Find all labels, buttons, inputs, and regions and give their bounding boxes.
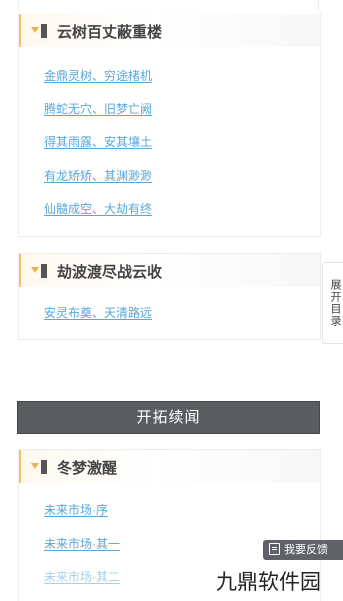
collapse-toggle-icon[interactable] [31, 460, 51, 474]
chapter-link[interactable]: 未来市场·其一 [44, 535, 120, 552]
chapter-link[interactable]: 金鼎灵树、穷途楮机 [44, 67, 152, 84]
chapter-section-1: 云树百丈蔽重楼 金鼎灵树、穷途楮机 腾蛇无穴、旧梦亡阙 得其雨露、安其壤土 有龙… [18, 14, 321, 237]
continue-reading-button[interactable]: 开拓续闻 [17, 401, 320, 434]
header-bar-icon [41, 460, 47, 474]
chapter-section-2: 劫波渡尽战云收 安灵布奠、天清路远 [18, 253, 321, 340]
chapter-link[interactable]: 未来市场·其二 [44, 568, 120, 585]
feedback-button[interactable]: 我要反馈 [263, 540, 343, 560]
section-header[interactable]: 冬梦激醒 [19, 450, 320, 483]
triangle-down-icon [31, 463, 39, 469]
panel-top-edge [18, 0, 319, 10]
section-header[interactable]: 云树百丈蔽重楼 [19, 14, 320, 47]
collapse-toggle-icon[interactable] [31, 24, 51, 38]
chapter-link[interactable]: 腾蛇无穴、旧梦亡阙 [44, 100, 152, 117]
header-bar-icon [41, 24, 47, 38]
chapter-link[interactable]: 仙髓成空、大劫有终 [44, 200, 152, 217]
section-title: 冬梦激醒 [57, 460, 118, 477]
collapse-toggle-icon[interactable] [31, 264, 51, 278]
feedback-label: 我要反馈 [284, 544, 328, 556]
triangle-down-icon [31, 267, 39, 273]
feedback-icon [269, 543, 280, 555]
chapter-link[interactable]: 未来市场·序 [44, 501, 108, 518]
section-title: 云树百丈蔽重楼 [57, 24, 163, 41]
chapter-link[interactable]: 得其雨露、安其壤土 [44, 133, 152, 150]
section-title: 劫波渡尽战云收 [57, 264, 163, 281]
triangle-down-icon [31, 27, 39, 33]
header-bar-icon [41, 264, 47, 278]
chapter-link[interactable]: 有龙矫矫、其渊渺渺 [44, 167, 152, 184]
site-watermark: 九鼎软件园 [216, 570, 321, 594]
expand-toc-tab[interactable]: 展开目录 [322, 262, 343, 344]
section-header[interactable]: 劫波渡尽战云收 [19, 254, 320, 287]
chapter-link[interactable]: 安灵布奠、天清路远 [44, 304, 152, 321]
